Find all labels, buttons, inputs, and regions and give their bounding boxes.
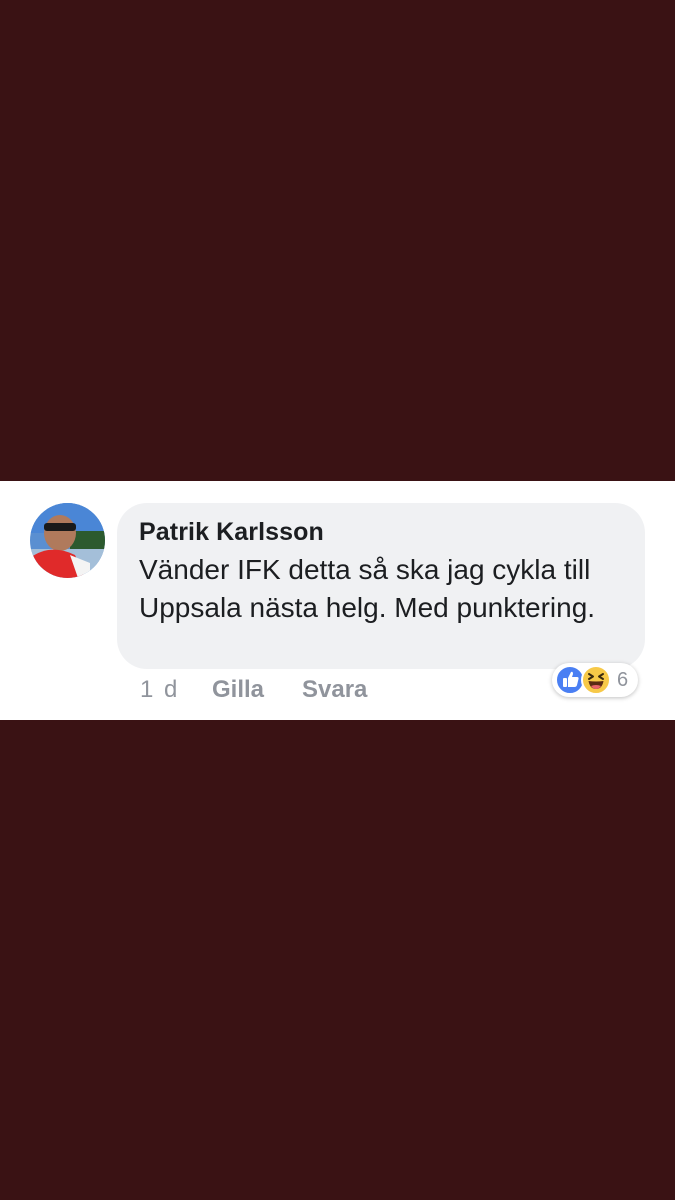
comment-timestamp[interactable]: 1 d xyxy=(140,676,212,704)
reaction-count: 6 xyxy=(617,668,629,691)
like-button[interactable]: Gilla xyxy=(212,676,302,704)
comment-bubble: Patrik Karlsson Vänder IFK detta så ska … xyxy=(117,503,645,669)
comment-text: Vänder IFK detta så ska jag cykla till U… xyxy=(139,554,596,623)
haha-icon xyxy=(581,665,611,695)
comment-card: Patrik Karlsson Vänder IFK detta så ska … xyxy=(0,481,675,720)
comment-author[interactable]: Patrik Karlsson xyxy=(139,517,623,547)
reply-button[interactable]: Svara xyxy=(302,676,367,704)
comment-actions: 1 d Gilla Svara xyxy=(140,673,367,707)
avatar[interactable] xyxy=(30,503,105,578)
reactions-summary[interactable]: 6 xyxy=(552,663,639,697)
